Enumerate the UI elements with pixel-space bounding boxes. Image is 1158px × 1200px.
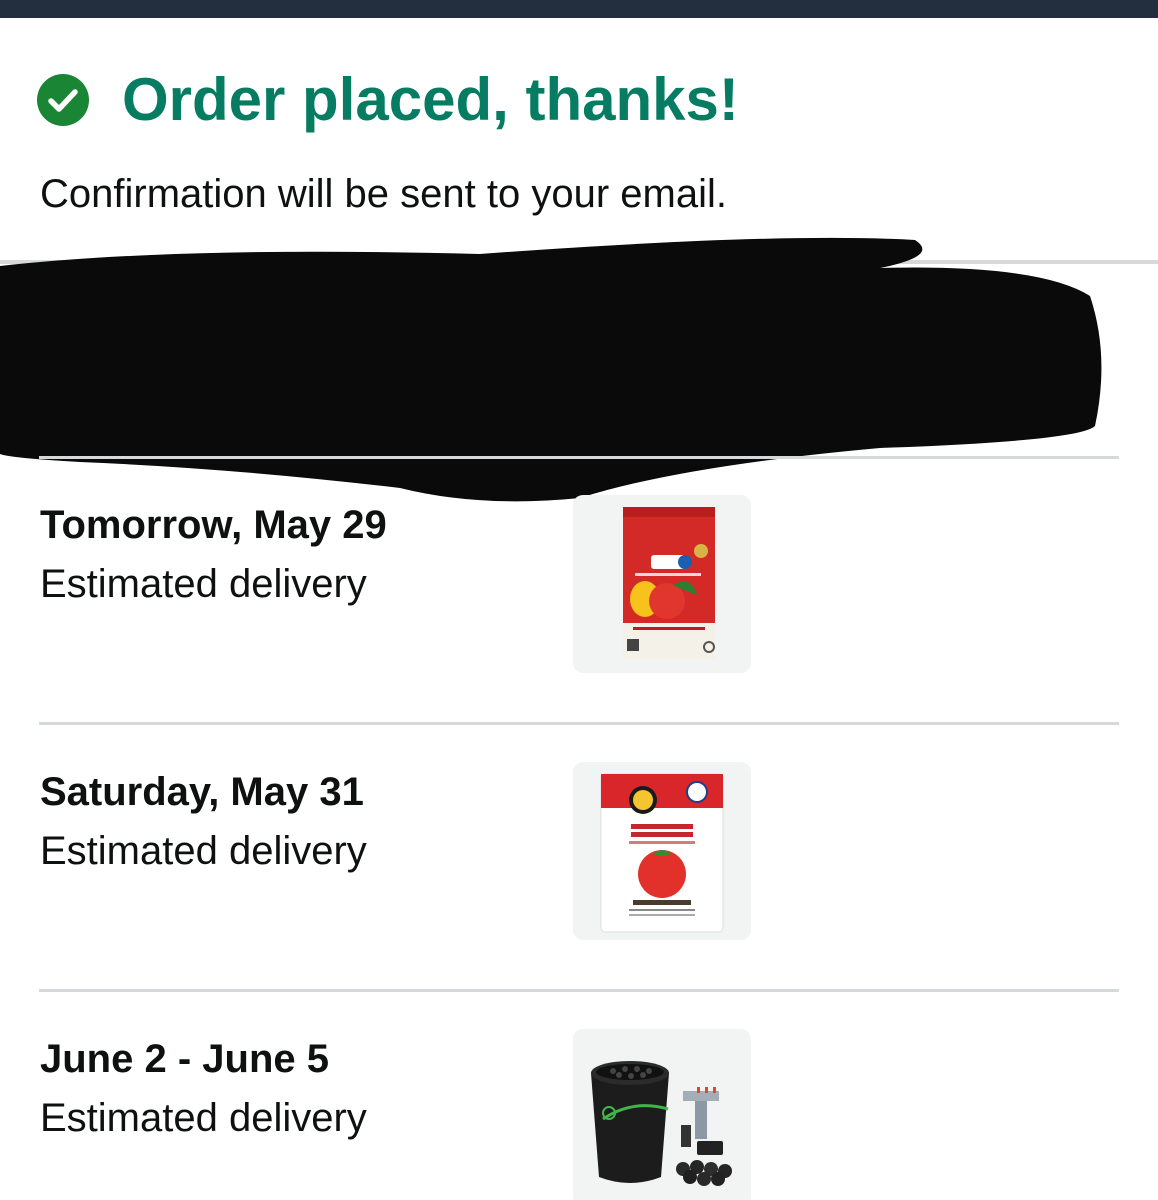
plant-food-bag-image [600, 773, 724, 933]
fertilizer-bag-image [623, 507, 715, 659]
redaction-scribble [0, 237, 1102, 502]
product-thumbnail[interactable] [573, 1029, 751, 1200]
order-placed-title: Order placed, thanks! [122, 66, 739, 133]
hydroponic-bucket-image [591, 1061, 732, 1186]
product-thumbnail[interactable] [573, 495, 751, 673]
shipment-divider [39, 456, 1119, 459]
delivery-date: Tomorrow, May 29 [40, 503, 387, 547]
delivery-status: Estimated delivery [40, 1096, 367, 1140]
product-thumbnail[interactable] [573, 762, 751, 940]
delivery-date: Saturday, May 31 [40, 770, 364, 814]
shipment-divider [39, 722, 1119, 725]
delivery-date: June 2 - June 5 [40, 1037, 329, 1081]
confirmation-message: Confirmation will be sent to your email. [40, 172, 727, 216]
order-confirmation-page: Order placed, thanks! Confirmation will … [0, 0, 1158, 1200]
shipment-divider [39, 989, 1119, 992]
delivery-status: Estimated delivery [40, 562, 367, 606]
checkmark-circle-icon [36, 73, 90, 127]
section-divider [0, 260, 1158, 264]
delivery-status: Estimated delivery [40, 829, 367, 873]
top-navigation-bar [0, 0, 1158, 18]
